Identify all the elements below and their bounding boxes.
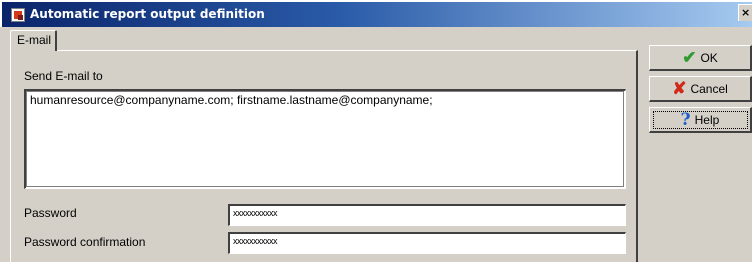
password-field[interactable]: xxxxxxxxxxx <box>228 204 626 226</box>
help-button[interactable]: ? Help <box>649 107 752 133</box>
title-bar: Automatic report output definition × <box>0 0 752 27</box>
password-confirmation-label: Password confirmation <box>24 235 146 249</box>
cross-icon: ✘ <box>672 78 687 98</box>
email-recipients-field[interactable]: humanresource@companyname.com; firstname… <box>24 89 626 189</box>
help-button-label: Help <box>694 112 720 127</box>
send-email-to-label: Send E-mail to <box>24 69 103 83</box>
tab-email[interactable]: E-mail <box>10 30 57 51</box>
cancel-button[interactable]: ✘ Cancel <box>649 76 752 102</box>
window-title: Automatic report output definition <box>30 7 265 21</box>
close-button[interactable]: × <box>738 4 752 21</box>
password-label: Password <box>24 206 77 220</box>
password-confirmation-field[interactable]: xxxxxxxxxxx <box>228 232 626 254</box>
checkmark-icon: ✔ <box>682 47 697 67</box>
cancel-button-label: Cancel <box>690 81 728 96</box>
ok-button-label: OK <box>700 50 718 65</box>
app-icon <box>11 8 25 22</box>
question-mark-icon: ? <box>680 109 691 130</box>
ok-button[interactable]: ✔ OK <box>649 45 752 71</box>
